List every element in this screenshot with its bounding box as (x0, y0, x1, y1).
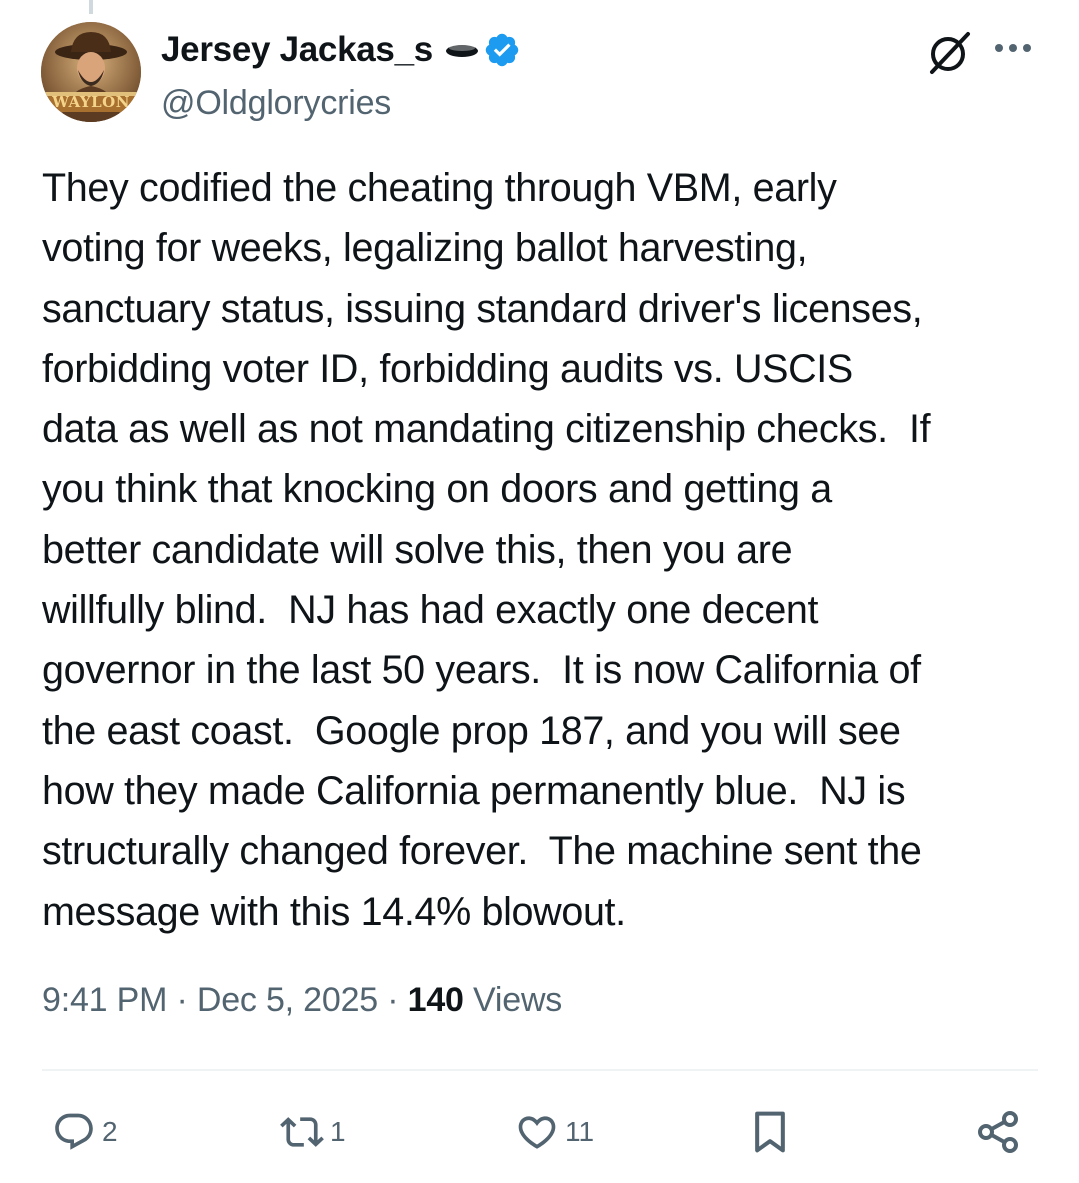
tweet-text: They codified the cheating through VBM, … (42, 166, 931, 934)
author-display-name[interactable]: Jersey Jackas_s (161, 30, 433, 70)
reply-button[interactable]: 2 (52, 1100, 118, 1164)
flying-saucer-icon (445, 40, 479, 60)
views-count[interactable]: 140 (408, 981, 464, 1019)
meta-separator: · (176, 981, 188, 1019)
repost-count: 1 (330, 1116, 346, 1147)
share-button[interactable] (974, 1100, 1022, 1164)
thread-connector-line (89, 0, 93, 14)
verified-badge-icon[interactable] (483, 31, 521, 69)
repost-button[interactable]: 1 (280, 1100, 346, 1164)
tweet-date[interactable]: Dec 5, 2025 (197, 981, 378, 1019)
divider (42, 1069, 1038, 1071)
avatar-banner-text: WAYLON (52, 93, 130, 111)
tweet-meta: 9:41 PM · Dec 5, 2025 · 140 Views (42, 981, 562, 1020)
heart-icon (515, 1110, 559, 1154)
like-count: 11 (565, 1116, 595, 1147)
more-icon[interactable] (991, 34, 1035, 62)
tweet-time[interactable]: 9:41 PM (42, 981, 167, 1019)
reply-icon (52, 1110, 96, 1154)
bookmark-icon (748, 1108, 792, 1156)
action-bar: 2 1 11 (0, 1100, 1079, 1164)
meta-separator: · (387, 981, 399, 1019)
author-handle[interactable]: @Oldglorycries (161, 84, 521, 123)
name-row: Jersey Jackas_s (161, 30, 521, 70)
share-icon (974, 1108, 1022, 1156)
grok-icon[interactable] (926, 30, 972, 76)
tweet-detail: WAYLON Jersey Jackas_s @Oldglorycries Th… (0, 0, 1079, 1183)
like-button[interactable]: 11 (515, 1100, 594, 1164)
author-info: Jersey Jackas_s @Oldglorycries (161, 30, 521, 123)
avatar[interactable]: WAYLON (41, 22, 141, 122)
tweet-header: WAYLON Jersey Jackas_s @Oldglorycries (41, 22, 1041, 124)
repost-icon (280, 1110, 324, 1154)
views-label[interactable]: Views (473, 981, 562, 1019)
bookmark-button[interactable] (748, 1100, 792, 1164)
reply-count: 2 (102, 1116, 118, 1147)
